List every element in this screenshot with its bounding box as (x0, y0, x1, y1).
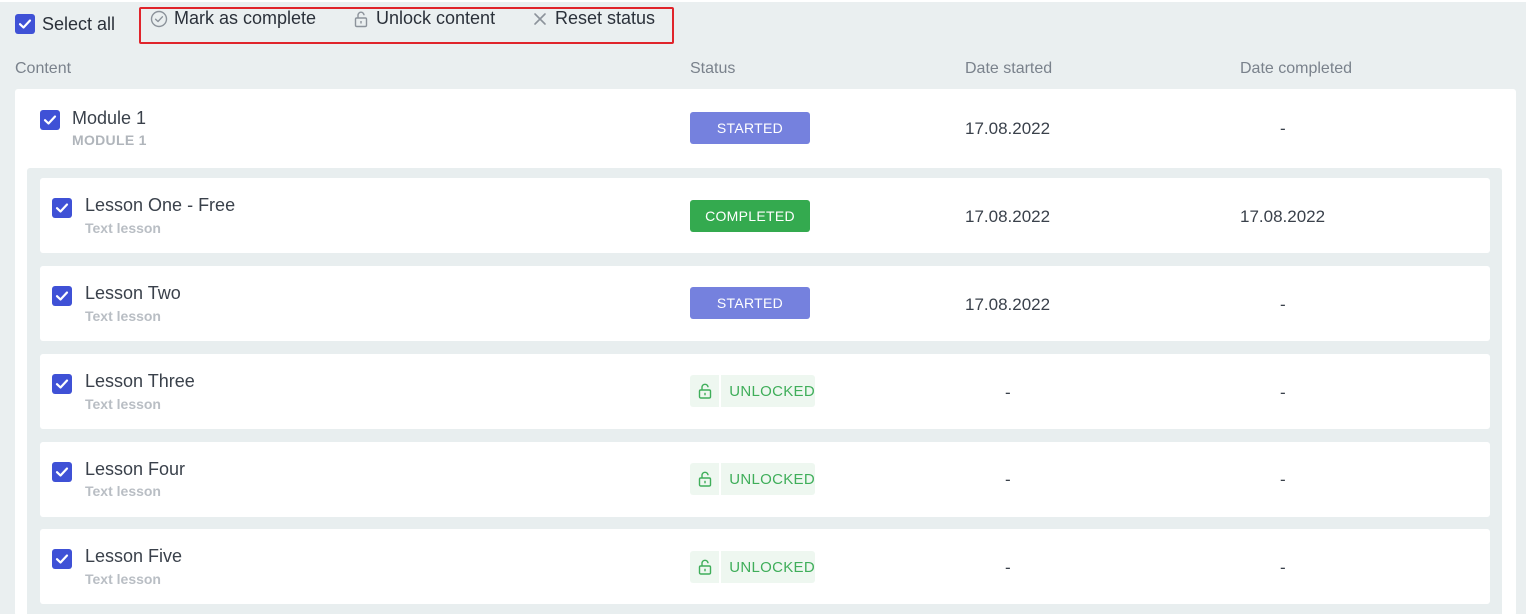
select-all-checkbox[interactable] (15, 14, 35, 34)
date-completed: 17.08.2022 (1240, 207, 1326, 226)
lesson-title: Lesson Four (85, 459, 186, 479)
select-all-label: Select all (42, 14, 116, 34)
status-label: UNLOCKED (729, 382, 815, 400)
reset-status-button[interactable]: Reset status (531, 8, 655, 29)
module-checkbox[interactable] (40, 110, 60, 130)
column-header-date-completed: Date completed (1240, 60, 1353, 77)
status-badge-started: STARTED (690, 287, 810, 319)
lesson-checkbox[interactable] (52, 462, 72, 482)
lesson-title: Lesson Five (85, 546, 183, 566)
lesson-type: Text lesson (85, 571, 161, 587)
unlock-icon (690, 551, 722, 583)
date-started: 17.08.2022 (965, 207, 1051, 226)
check-circle-icon (150, 10, 168, 27)
checkmark-icon (55, 203, 69, 213)
date-started: - (1005, 470, 1011, 489)
checkmark-icon (55, 554, 69, 564)
status-badge-completed: COMPLETED (690, 200, 810, 232)
column-header-status: Status (690, 60, 736, 77)
unlock-content-button[interactable]: Unlock content (352, 8, 495, 29)
checkmark-icon (55, 467, 69, 477)
unlock-icon (690, 463, 722, 495)
progress-panel: Select all Mark as complete Unlock conte… (0, 2, 1526, 614)
column-header-date-started: Date started (965, 60, 1053, 77)
checkmark-icon (43, 115, 57, 125)
module-title: Module 1 (72, 108, 147, 128)
module-subtitle: MODULE 1 (72, 132, 147, 148)
date-completed: - (1280, 470, 1286, 489)
lesson-checkbox[interactable] (52, 374, 72, 394)
unlock-content-label: Unlock content (376, 8, 496, 28)
reset-status-label: Reset status (555, 8, 656, 28)
date-started: 17.08.2022 (965, 119, 1051, 138)
date-started: - (1005, 558, 1011, 577)
status-label: UNLOCKED (729, 470, 815, 488)
checkmark-icon (55, 379, 69, 389)
lesson-checkbox[interactable] (52, 286, 72, 306)
checkmark-icon (18, 19, 32, 29)
mark-as-complete-button[interactable]: Mark as complete (150, 8, 316, 29)
mark-as-complete-label: Mark as complete (174, 8, 317, 28)
date-completed: - (1280, 558, 1286, 577)
status-badge-unlocked: UNLOCKED (690, 551, 815, 583)
close-icon (534, 12, 546, 25)
lesson-title: Lesson One - Free (85, 195, 236, 215)
date-completed: - (1280, 383, 1286, 402)
date-started: 17.08.2022 (965, 295, 1051, 314)
lesson-title: Lesson Two (85, 283, 181, 303)
date-completed: - (1280, 295, 1286, 314)
lesson-checkbox[interactable] (52, 549, 72, 569)
unlock-icon (354, 11, 368, 27)
date-completed: - (1280, 119, 1286, 138)
date-started: - (1005, 383, 1011, 402)
status-label: UNLOCKED (729, 558, 815, 576)
column-header-content: Content (15, 60, 72, 77)
bulk-action-toolbar: Select all Mark as complete Unlock conte… (0, 2, 700, 46)
lesson-title: Lesson Three (85, 371, 195, 391)
lesson-type: Text lesson (85, 220, 161, 236)
status-badge-unlocked: UNLOCKED (690, 375, 815, 407)
lesson-type: Text lesson (85, 396, 161, 412)
unlock-icon (690, 375, 722, 407)
status-badge-unlocked: UNLOCKED (690, 463, 815, 495)
lesson-checkbox[interactable] (52, 198, 72, 218)
lesson-type: Text lesson (85, 483, 161, 499)
status-badge-started: STARTED (690, 112, 810, 144)
checkmark-icon (55, 291, 69, 301)
lesson-type: Text lesson (85, 308, 161, 324)
